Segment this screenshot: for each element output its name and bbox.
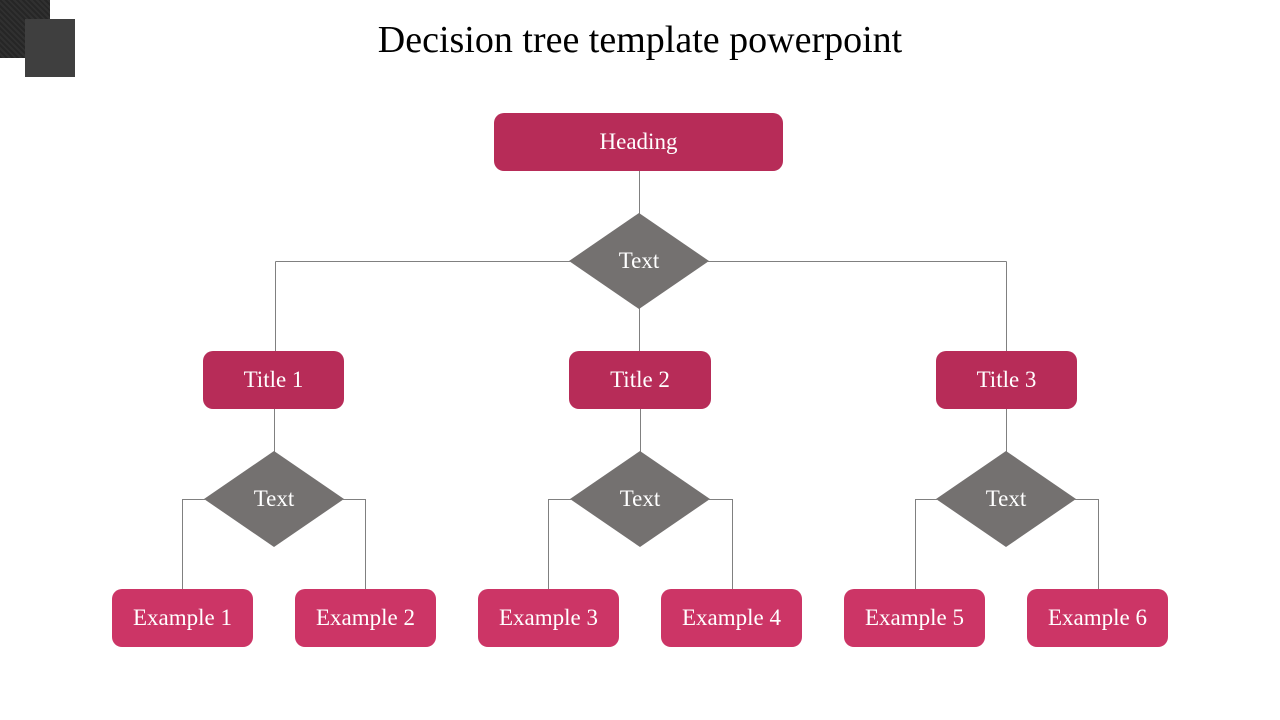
decision-diamond-3: Text: [936, 451, 1076, 547]
example-box-6: Example 6: [1027, 589, 1168, 647]
decision-label: Text: [253, 486, 295, 511]
example-label: Example 1: [133, 605, 232, 630]
connector-decision1-example2: [343, 499, 366, 590]
decision-label: Text: [985, 486, 1027, 511]
example-label: Example 5: [865, 605, 964, 630]
root-decision-label: Text: [618, 248, 660, 273]
title-box-1: Title 1: [203, 351, 344, 409]
connector-decision2-example4: [709, 499, 733, 590]
example-box-1: Example 1: [112, 589, 253, 647]
example-box-3: Example 3: [478, 589, 619, 647]
connector-decision1-example1: [182, 499, 205, 590]
example-box-2: Example 2: [295, 589, 436, 647]
example-box-4: Example 4: [661, 589, 802, 647]
heading-label: Heading: [599, 129, 678, 154]
decision-label: Text: [619, 486, 661, 511]
decision-diamond-1: Text: [204, 451, 344, 547]
title-label: Title 3: [976, 367, 1037, 392]
connector-decision3-example5: [915, 499, 937, 590]
title-box-2: Title 2: [569, 351, 711, 409]
connector-decision3-example6: [1075, 499, 1099, 590]
example-label: Example 3: [499, 605, 598, 630]
decision-diamond-2: Text: [570, 451, 710, 547]
example-label: Example 4: [682, 605, 781, 630]
example-box-5: Example 5: [844, 589, 985, 647]
title-label: Title 2: [610, 367, 670, 392]
heading-box: Heading: [494, 113, 783, 171]
example-label: Example 2: [316, 605, 415, 630]
connector-decision2-example3: [548, 499, 571, 590]
example-label: Example 6: [1048, 605, 1147, 630]
title-box-3: Title 3: [936, 351, 1077, 409]
title-label: Title 1: [243, 367, 304, 392]
root-decision-diamond: Text: [569, 213, 709, 309]
